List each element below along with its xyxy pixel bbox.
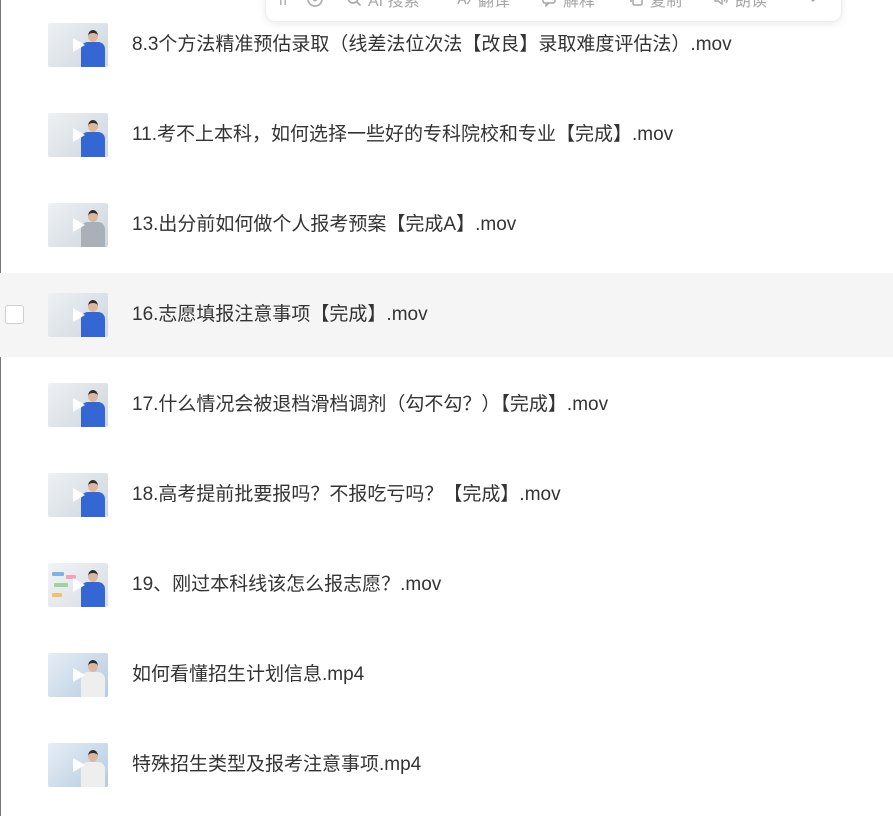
ai-search-label: AI 搜索 [368, 0, 420, 10]
chevron-down-icon[interactable] [806, 0, 820, 21]
play-icon [73, 128, 85, 142]
presenter-head [88, 570, 98, 582]
play-icon [73, 308, 85, 322]
file-name[interactable]: 11.考不上本科，如何选择一些好的专科院校和专业【完成】.mov [132, 93, 673, 177]
play-icon [73, 488, 85, 502]
play-icon [73, 758, 85, 772]
file-row[interactable]: 16.志愿填报注意事项【完成】.mov [0, 273, 893, 357]
video-thumbnail[interactable] [48, 203, 108, 247]
presenter-head [88, 480, 98, 492]
translate-icon [456, 0, 472, 7]
file-row[interactable]: 如何看懂招生计划信息.mp4 [0, 633, 893, 717]
play-icon [73, 398, 85, 412]
file-row[interactable]: 特殊招生类型及报考注意事项.mp4 [0, 723, 893, 807]
file-name[interactable]: 18.高考提前批要报吗？不报吃亏吗？【完成】.mov [132, 453, 561, 537]
translate-button[interactable]: 翻译 [456, 0, 510, 21]
file-name[interactable]: 特殊招生类型及报考注意事项.mp4 [132, 723, 421, 807]
slide-block [52, 593, 62, 597]
file-name[interactable]: 19、刚过本科线该怎么报志愿？.mov [132, 543, 441, 627]
play-icon [73, 218, 85, 232]
file-name[interactable]: 如何看懂招生计划信息.mp4 [132, 633, 364, 717]
video-thumbnail[interactable] [48, 113, 108, 157]
file-list: 8.3个方法精准预估录取（线差法位次法【改良】录取难度评估法）.mov 11.考不… [0, 0, 893, 813]
presenter-head [88, 210, 98, 222]
video-thumbnail[interactable] [48, 473, 108, 517]
explain-icon [541, 0, 557, 7]
presenter-head [88, 750, 98, 762]
read-aloud-label: 朗读 [735, 0, 768, 10]
file-name[interactable]: 13.出分前如何做个人报考预案【完成A】.mov [132, 183, 516, 267]
ai-search-button[interactable]: AI 搜索 [346, 0, 420, 21]
drag-handle-icon[interactable] [278, 0, 288, 21]
assistant-logo-icon[interactable] [306, 0, 324, 21]
file-row[interactable]: 13.出分前如何做个人报考预案【完成A】.mov [0, 183, 893, 267]
video-thumbnail[interactable] [48, 563, 108, 607]
row-checkbox[interactable] [5, 305, 24, 324]
video-thumbnail[interactable] [48, 23, 108, 67]
play-icon [73, 668, 85, 682]
play-icon [73, 38, 85, 52]
presenter-head [88, 120, 98, 132]
presenter-head [88, 30, 98, 42]
file-row[interactable]: 18.高考提前批要报吗？不报吃亏吗？【完成】.mov [0, 453, 893, 537]
explain-label: 解释 [563, 0, 596, 10]
search-icon [346, 0, 362, 7]
presenter-head [88, 660, 98, 672]
slide-block [54, 583, 68, 587]
video-thumbnail[interactable] [48, 383, 108, 427]
translate-label: 翻译 [478, 0, 511, 10]
video-thumbnail[interactable] [48, 653, 108, 697]
copy-label: 复制 [650, 0, 683, 10]
video-thumbnail[interactable] [48, 743, 108, 787]
copy-button[interactable]: 复制 [628, 0, 682, 21]
video-thumbnail[interactable] [48, 293, 108, 337]
floating-toolbar: AI 搜索 翻译 解释 复制 朗读 [265, 0, 842, 22]
copy-icon [628, 0, 644, 7]
file-row[interactable]: 11.考不上本科，如何选择一些好的专科院校和专业【完成】.mov [0, 93, 893, 177]
play-icon [73, 578, 85, 592]
explain-button[interactable]: 解释 [541, 0, 595, 21]
file-row[interactable]: 19、刚过本科线该怎么报志愿？.mov [0, 543, 893, 627]
file-name[interactable]: 17.什么情况会被退档滑档调剂（勾不勾？）【完成】.mov [132, 363, 608, 447]
presenter-head [88, 390, 98, 402]
presenter-head [88, 300, 98, 312]
read-aloud-icon [713, 0, 729, 7]
slide-block [52, 572, 64, 576]
file-row[interactable]: 17.什么情况会被退档滑档调剂（勾不勾？）【完成】.mov [0, 363, 893, 447]
file-name[interactable]: 16.志愿填报注意事项【完成】.mov [132, 273, 428, 357]
read-aloud-button[interactable]: 朗读 [713, 0, 767, 21]
